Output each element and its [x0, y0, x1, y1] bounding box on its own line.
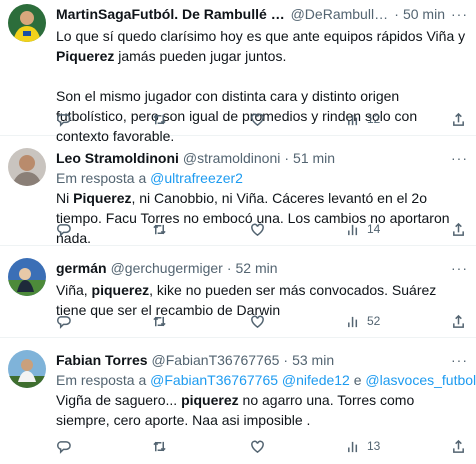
share-icon — [453, 222, 464, 236]
retweet-button[interactable] — [152, 112, 250, 127]
reply-button[interactable] — [56, 439, 152, 454]
retweet-icon — [153, 114, 166, 124]
views-count: 12 — [367, 112, 381, 126]
text-segment: Ni — [56, 190, 74, 206]
highlighted-term: Piquerez — [56, 48, 115, 64]
reply-prefix: Em resposta a — [56, 372, 147, 388]
mention-link[interactable]: @FabianT36767765 — [150, 372, 278, 388]
timestamp[interactable]: 51 min — [293, 150, 335, 166]
separator-dot: · — [394, 6, 399, 22]
action-bar: 13 — [56, 436, 466, 456]
text-segment: Lo que sí quedo clarísimo hoy es que ant… — [56, 28, 466, 44]
like-icon — [251, 315, 264, 328]
avatar[interactable] — [8, 4, 46, 42]
separator-dot: · — [226, 260, 232, 276]
views-button[interactable]: 14 — [346, 222, 436, 237]
reply-context: Em resposta a @ultrafreezer2 — [56, 168, 468, 188]
reply-button[interactable] — [56, 112, 152, 127]
more-options-icon[interactable]: ··· — [445, 150, 468, 166]
more-options-icon[interactable]: ··· — [445, 260, 468, 276]
avatar[interactable] — [8, 350, 46, 388]
tweet-text: Lo que sí quedo clarísimo hoy es que ant… — [56, 26, 468, 66]
retweet-icon — [153, 224, 166, 234]
display-name[interactable]: MartinSagaFutból. De Rambullé y Taqu... — [56, 6, 287, 22]
views-count: 52 — [367, 314, 381, 328]
user-handle[interactable]: @gerchugermiger — [111, 260, 223, 276]
text-segment: Viña, — [56, 282, 92, 298]
retweet-button[interactable] — [152, 439, 250, 454]
like-icon — [251, 440, 264, 453]
mention-link[interactable]: @lasvoces_futbol — [365, 372, 476, 388]
timestamp[interactable]: 53 min — [292, 352, 334, 368]
share-button[interactable] — [451, 112, 466, 127]
reply-button[interactable] — [56, 314, 152, 329]
tweet-4[interactable]: Fabian Torres @FabianT36767765 · 53 min … — [0, 338, 476, 464]
like-button[interactable] — [250, 112, 346, 127]
more-options-icon[interactable]: ··· — [445, 352, 468, 368]
views-button[interactable]: 52 — [346, 314, 436, 329]
action-bar: 14 — [56, 219, 466, 239]
avatar[interactable] — [8, 148, 46, 186]
retweet-button[interactable] — [152, 314, 250, 329]
user-handle[interactable]: @DeRambulleyT... — [291, 6, 391, 22]
display-name[interactable]: germán — [56, 260, 107, 276]
timestamp[interactable]: 52 min — [236, 260, 278, 276]
display-name[interactable]: Leo Stramoldinoni — [56, 150, 179, 166]
more-options-icon[interactable]: ··· — [445, 6, 468, 22]
views-icon — [348, 441, 358, 452]
views-button[interactable]: 13 — [346, 439, 436, 454]
like-button[interactable] — [250, 222, 346, 237]
mention-link[interactable]: @ultrafreezer2 — [150, 170, 243, 186]
mention-joiner: e — [353, 372, 362, 388]
reply-context: Em resposta a @FabianT36767765 @nifede12… — [56, 370, 476, 390]
separator-dot: · — [283, 352, 289, 368]
highlighted-term: Piquerez — [73, 190, 132, 206]
views-count: 14 — [367, 222, 381, 236]
tweet-text: Vigña de saguero... piquerez no agarro u… — [56, 390, 468, 430]
like-icon — [251, 113, 264, 126]
display-name[interactable]: Fabian Torres — [56, 352, 148, 368]
highlighted-term: piquerez — [181, 392, 239, 408]
timestamp[interactable]: 50 min — [403, 6, 445, 22]
mention-link[interactable]: @nifede12 — [282, 372, 350, 388]
retweet-icon — [153, 316, 166, 326]
like-icon — [251, 223, 264, 236]
views-button[interactable]: 12 — [346, 112, 436, 127]
views-icon — [348, 114, 358, 125]
reply-button[interactable] — [56, 222, 152, 237]
views-count: 13 — [367, 439, 381, 453]
retweet-button[interactable] — [152, 222, 250, 237]
like-button[interactable] — [250, 314, 346, 329]
action-bar: 52 — [56, 311, 466, 331]
separator-dot: · — [284, 150, 290, 166]
text-segment: Vigña de saguero... — [56, 392, 182, 408]
share-icon — [453, 314, 464, 328]
reply-icon — [57, 223, 71, 237]
retweet-icon — [153, 441, 166, 451]
reply-prefix: Em resposta a — [56, 170, 147, 186]
tweet-text: Ni Piquerez, ni Canobbio, ni Viña. Cácer… — [56, 188, 468, 248]
reply-icon — [57, 315, 71, 329]
share-icon — [453, 439, 464, 453]
user-handle[interactable]: @stramoldinoni — [183, 150, 280, 166]
reply-icon — [57, 440, 71, 454]
reply-icon — [57, 113, 71, 127]
share-icon — [453, 112, 464, 126]
avatar[interactable] — [8, 258, 46, 296]
share-button[interactable] — [451, 314, 466, 329]
text-segment: jamás pueden jugar juntos. — [114, 48, 287, 64]
views-icon — [348, 224, 358, 235]
share-button[interactable] — [451, 439, 466, 454]
highlighted-term: piquerez — [91, 282, 150, 298]
action-bar: 12 — [56, 109, 466, 129]
share-button[interactable] — [451, 222, 466, 237]
views-icon — [348, 316, 358, 327]
tweet-2[interactable]: Leo Stramoldinoni @stramoldinoni · 51 mi… — [0, 136, 476, 246]
tweet-1[interactable]: MartinSagaFutból. De Rambullé y Taqu... … — [0, 0, 476, 144]
tweet-3[interactable]: germán @gerchugermiger · 52 min ··· Viña… — [0, 246, 476, 338]
user-handle[interactable]: @FabianT36767765 — [152, 352, 280, 368]
like-button[interactable] — [250, 439, 346, 454]
